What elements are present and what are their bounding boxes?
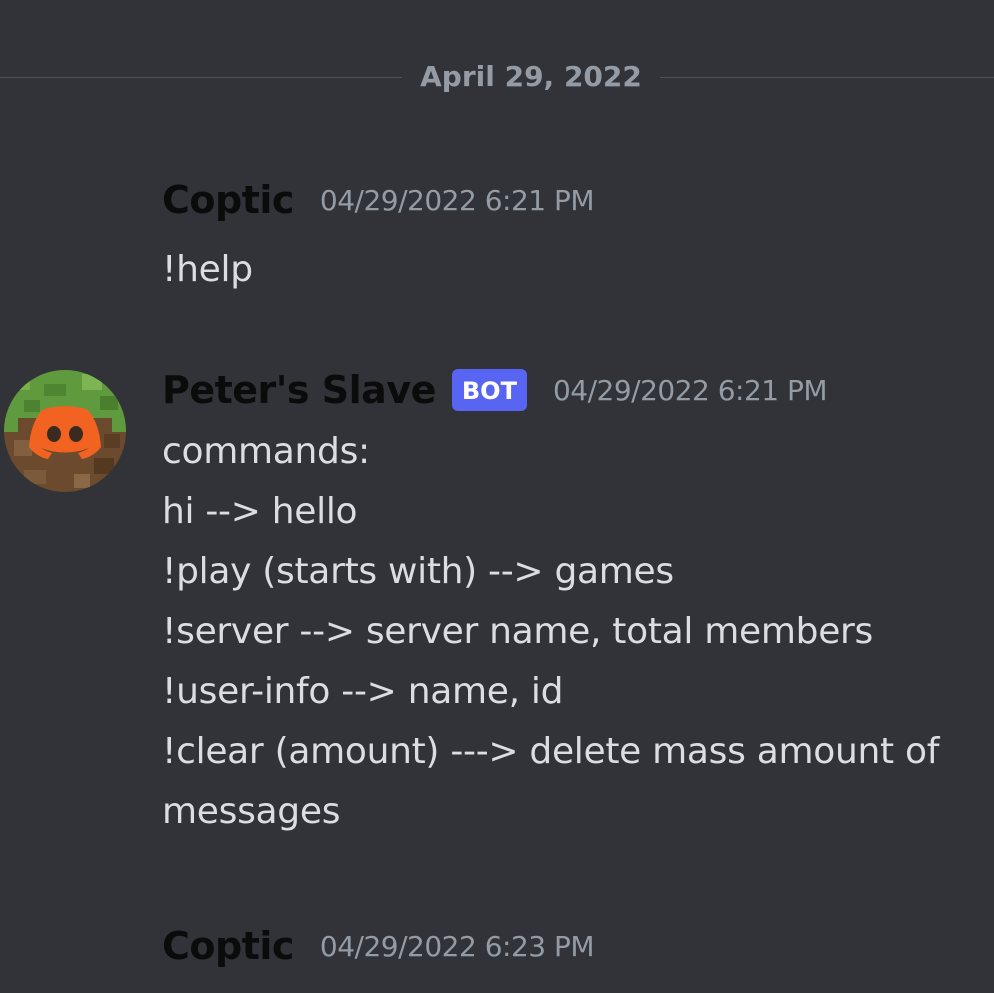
bot-badge: BOT — [451, 369, 527, 411]
date-divider: April 29, 2022 — [0, 56, 994, 100]
author-name[interactable]: Coptic — [162, 178, 294, 222]
divider-line-left — [0, 77, 402, 78]
author-name[interactable]: Peter's Slave — [162, 368, 436, 412]
divider-date: April 29, 2022 — [420, 60, 642, 93]
message-content: !help — [162, 240, 992, 300]
message-line: !user-info --> name, id — [162, 671, 564, 712]
message-line: commands: — [162, 431, 370, 472]
message-line: hi --> hello — [162, 491, 358, 532]
message-line: !server --> server name, total members — [162, 611, 874, 652]
message-timestamp[interactable]: 04/29/2022 6:21 PM — [553, 374, 828, 407]
message-content: commands: hi --> hello !play (starts wit… — [162, 422, 992, 842]
divider-line-right — [660, 77, 994, 78]
message-timestamp[interactable]: 04/29/2022 6:23 PM — [320, 930, 595, 963]
message-timestamp[interactable]: 04/29/2022 6:21 PM — [320, 184, 595, 217]
avatar[interactable] — [4, 370, 126, 492]
message-line: !play (starts with) --> games — [162, 551, 674, 592]
message-header: Coptic 04/29/2022 6:23 PM — [162, 922, 595, 970]
message-line: !help — [162, 249, 253, 290]
message-line: messages — [162, 791, 341, 832]
discord-logo-icon — [4, 370, 126, 492]
message-line: !clear (amount) ---> delete mass amount … — [162, 731, 940, 772]
message-header: Peter's Slave BOT 04/29/2022 6:21 PM — [162, 366, 828, 414]
message-header: Coptic 04/29/2022 6:21 PM — [162, 176, 595, 224]
author-name[interactable]: Coptic — [162, 924, 294, 968]
